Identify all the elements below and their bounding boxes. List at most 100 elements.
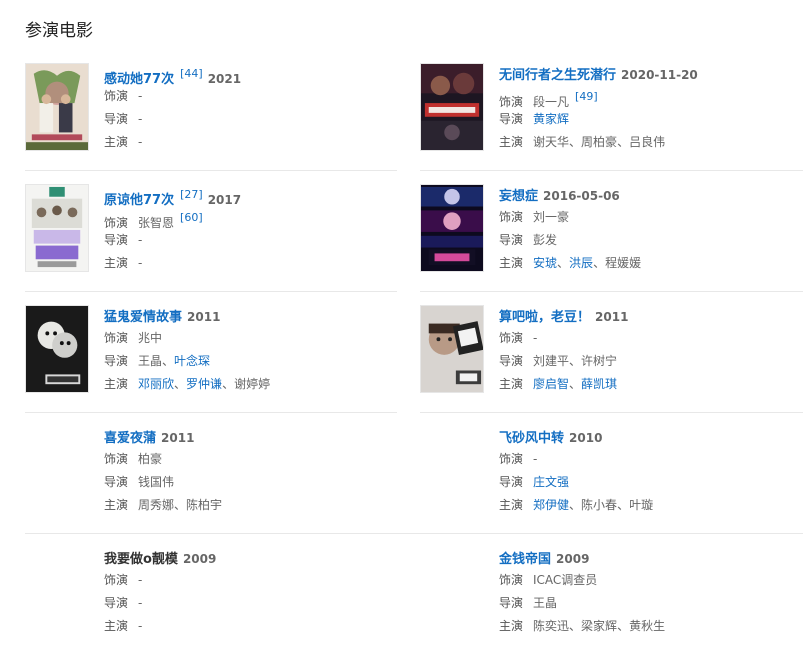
title-reference-link[interactable]: [27] (180, 188, 203, 201)
cast-name[interactable]: 郑伊健 (533, 498, 569, 512)
film-title-line: 妄想症 2016-05-06 (499, 184, 799, 206)
name-separator: 、 (569, 498, 582, 512)
role-line: 饰演 ICAC调查员 (499, 569, 799, 592)
film-title-line: 感动她77次 [44] 2021 (104, 63, 404, 87)
film-card: 飞砂风中转 2010 饰演 - 导演 庄文强 主演 郑伊健、陈小春、叶璇 (420, 426, 800, 522)
cast-line: 主演 安琥、洪辰、程媛媛 (499, 252, 799, 275)
film-title[interactable]: 算吧啦，老豆！ (499, 310, 590, 325)
director-name: - (138, 233, 143, 247)
film-title[interactable]: 金钱帝国 (499, 552, 551, 567)
cast-name: 陈柏宇 (186, 498, 223, 512)
role-value: 刘一豪 (533, 210, 570, 224)
cast-name: 叶璇 (629, 498, 654, 512)
role-line: 饰演 柏豪 (104, 448, 404, 471)
role-label: 饰演 (104, 573, 129, 587)
cast-label: 主演 (104, 498, 129, 512)
film-year: 2011 (187, 310, 221, 324)
name-separator: 、 (593, 256, 606, 270)
cast-name: - (138, 135, 143, 149)
role-line: 饰演 段一凡 [49] (499, 85, 799, 109)
cast-line: 主演 周秀娜、陈柏宇 (104, 494, 404, 517)
director-name: 许树宁 (581, 354, 618, 368)
director-label: 导演 (499, 112, 524, 126)
role-value: 柏豪 (138, 452, 163, 466)
film-year: 2010 (569, 431, 603, 445)
film-row: 猛鬼爱情故事 2011 饰演 兆中 导演 王晶、叶念琛 主演 邓丽欣、罗仲谦、谢婷婷 算吧啦，老… (25, 292, 803, 413)
director-name: 王晶 (138, 354, 163, 368)
role-label: 饰演 (499, 573, 524, 587)
role-line: 饰演 兆中 (104, 327, 404, 350)
cast-label: 主演 (104, 619, 129, 633)
role-line: 饰演 刘一豪 (499, 206, 799, 229)
film-info: 我要做o靓模 2009 饰演 - 导演 - 主演 - (104, 547, 404, 638)
film-title[interactable]: 飞砂风中转 (499, 431, 564, 446)
film-title[interactable]: 妄想症 (499, 189, 538, 204)
cast-name: - (138, 619, 143, 633)
title-reference-link[interactable]: [44] (180, 67, 203, 80)
role-value: 兆中 (138, 331, 163, 345)
director-line: 导演 刘建平、许树宁 (499, 350, 799, 373)
cast-name: 梁家辉 (581, 619, 618, 633)
role-value: 段一凡 (533, 95, 570, 109)
cast-name: 周柏豪 (581, 135, 618, 149)
cast-name[interactable]: 邓丽欣 (138, 377, 174, 391)
name-separator: 、 (162, 354, 175, 368)
cast-label: 主演 (104, 256, 129, 270)
film-title-line: 喜爱夜蒲 2011 (104, 426, 404, 448)
film-poster[interactable] (420, 63, 484, 151)
name-separator: 、 (174, 377, 187, 391)
film-title-line: 算吧啦，老豆！ 2011 (499, 305, 799, 327)
film-info: 金钱帝国 2009 饰演 ICAC调查员 导演 王晶 主演 陈奕迅、梁家辉、黄秋生 (499, 547, 799, 638)
role-value: - (138, 89, 143, 103)
director-line: 导演 - (104, 108, 404, 131)
cast-name[interactable]: 罗仲谦 (186, 377, 222, 391)
cast-label: 主演 (104, 377, 129, 391)
cast-name[interactable]: 薛凯琪 (581, 377, 617, 391)
director-name[interactable]: 黄家辉 (533, 112, 569, 126)
film-card: 感动她77次 [44] 2021 饰演 - 导演 - 主演 - (25, 63, 405, 159)
film-info: 妄想症 2016-05-06 饰演 刘一豪 导演 彭发 主演 安琥、洪辰、程媛媛 (499, 184, 799, 275)
cast-name: 吕良伟 (629, 135, 666, 149)
director-line: 导演 王晶、叶念琛 (104, 350, 404, 373)
film-title[interactable]: 无间行者之生死潜行 (499, 68, 616, 83)
director-name: 彭发 (533, 233, 558, 247)
name-separator: 、 (569, 619, 582, 633)
film-title-line: 金钱帝国 2009 (499, 547, 799, 569)
film-title[interactable]: 猛鬼爱情故事 (104, 310, 182, 325)
director-label: 导演 (104, 233, 129, 247)
cast-line: 主演 陈奕迅、梁家辉、黄秋生 (499, 615, 799, 638)
role-reference-link[interactable]: [49] (575, 90, 598, 103)
film-poster[interactable] (420, 305, 484, 393)
film-poster[interactable] (420, 184, 484, 272)
film-info: 无间行者之生死潜行 2020-11-20 饰演 段一凡 [49] 导演 黄家辉 主演 谢天华、周… (499, 63, 799, 154)
cast-name[interactable]: 安琥 (533, 256, 557, 270)
director-name[interactable]: 庄文强 (533, 475, 569, 489)
film-title: 我要做o靓模 (104, 552, 178, 567)
role-line: 饰演 - (499, 327, 799, 350)
cast-line: 主演 - (104, 131, 404, 154)
film-year: 2011 (595, 310, 629, 324)
film-info: 喜爱夜蒲 2011 饰演 柏豪 导演 钱国伟 主演 周秀娜、陈柏宇 (104, 426, 404, 517)
role-reference-link[interactable]: [60] (180, 211, 203, 224)
film-year: 2020-11-20 (621, 68, 698, 82)
role-label: 饰演 (499, 452, 524, 466)
film-title-line: 我要做o靓模 2009 (104, 547, 404, 569)
cast-line: 主演 郑伊健、陈小春、叶璇 (499, 494, 799, 517)
film-year: 2009 (182, 552, 217, 566)
cast-line: 主演 谢天华、周柏豪、吕良伟 (499, 131, 799, 154)
film-title[interactable]: 喜爱夜蒲 (104, 431, 156, 446)
film-title-line: 飞砂风中转 2010 (499, 426, 799, 448)
name-separator: 、 (569, 377, 582, 391)
film-poster[interactable] (25, 184, 89, 272)
film-info: 原谅他77次 [27] 2017 饰演 张智恩 [60] 导演 - 主演 - (104, 184, 404, 275)
film-row: 原谅他77次 [27] 2017 饰演 张智恩 [60] 导演 - 主演 - 妄想症 2016-05-… (25, 171, 803, 292)
film-poster[interactable] (25, 63, 89, 151)
cast-name[interactable]: 廖启智 (533, 377, 569, 391)
film-card: 金钱帝国 2009 饰演 ICAC调查员 导演 王晶 主演 陈奕迅、梁家辉、黄秋生 (420, 547, 800, 643)
cast-name: 谢天华 (533, 135, 570, 149)
director-name[interactable]: 叶念琛 (174, 354, 210, 368)
cast-name[interactable]: 洪辰 (569, 256, 593, 270)
film-title-line: 原谅他77次 [27] 2017 (104, 184, 404, 208)
film-year: 2009 (556, 552, 590, 566)
film-poster[interactable] (25, 305, 89, 393)
